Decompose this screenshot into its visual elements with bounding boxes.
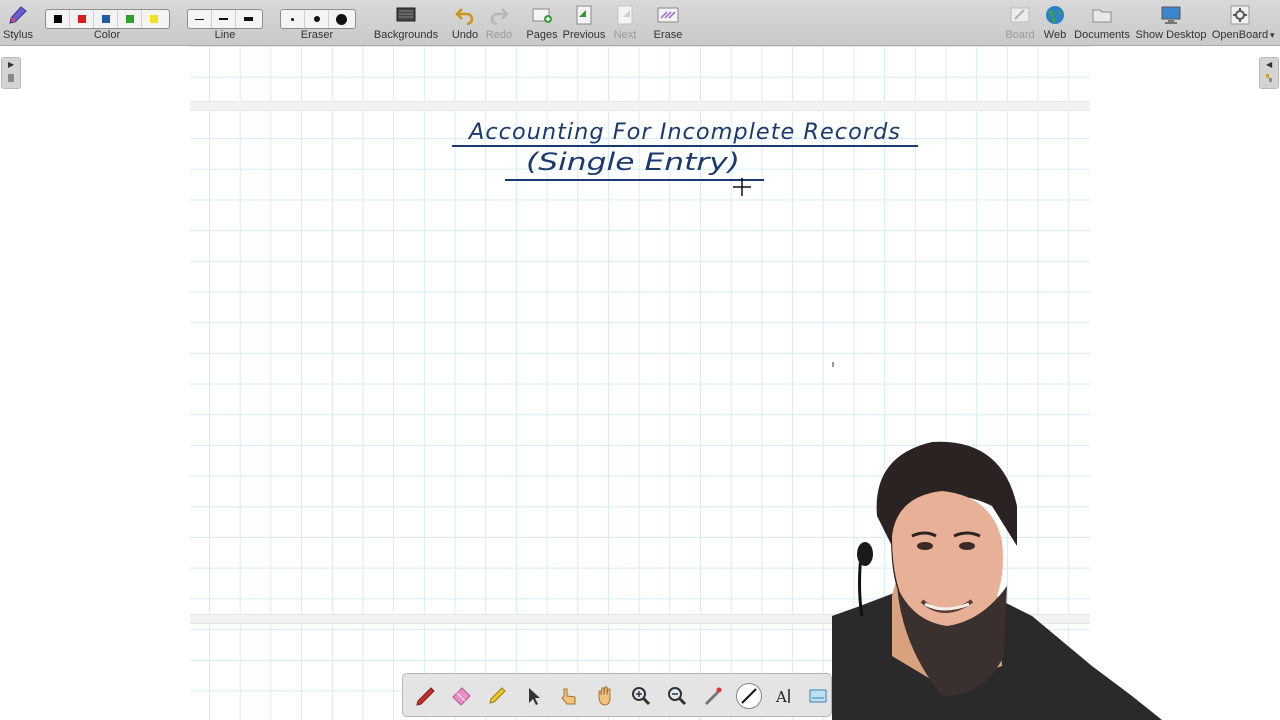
capture-icon	[809, 689, 827, 703]
eraser-tool-button[interactable]	[448, 683, 474, 709]
zoom-out-icon	[668, 687, 687, 706]
text-icon: A	[775, 688, 790, 706]
arrow-pointer-icon	[529, 688, 540, 705]
interactor-tool-button[interactable]	[556, 683, 582, 709]
laser-pointer-tool-button[interactable]	[700, 683, 726, 709]
stylus-tool-dock: A	[402, 673, 832, 717]
pointing-hand-icon	[561, 688, 576, 705]
pen-icon	[416, 687, 435, 706]
text-tool-button[interactable]: A	[772, 683, 798, 709]
capture-tool-button[interactable]	[807, 683, 829, 709]
hand-tool-button[interactable]	[592, 683, 618, 709]
zoom-out-tool-button[interactable]	[664, 683, 690, 709]
line-icon	[741, 688, 757, 704]
svg-text:A: A	[775, 688, 787, 706]
grab-hand-icon	[598, 686, 611, 706]
webcam-presenter-overlay	[832, 441, 1162, 720]
highlighter-icon	[489, 687, 506, 704]
line-tool-button[interactable]	[736, 683, 762, 709]
zoom-in-icon	[632, 687, 651, 706]
eraser-icon	[452, 687, 471, 706]
pen-tool-button[interactable]	[412, 683, 438, 709]
zoom-in-tool-button[interactable]	[628, 683, 654, 709]
handwritten-title-line2: (Single Entry)	[526, 148, 740, 176]
laser-pointer-icon	[704, 687, 722, 706]
highlighter-tool-button[interactable]	[484, 683, 510, 709]
handwritten-title-line1: Accounting For Incomplete Records	[467, 120, 901, 145]
selector-tool-button[interactable]	[520, 683, 546, 709]
